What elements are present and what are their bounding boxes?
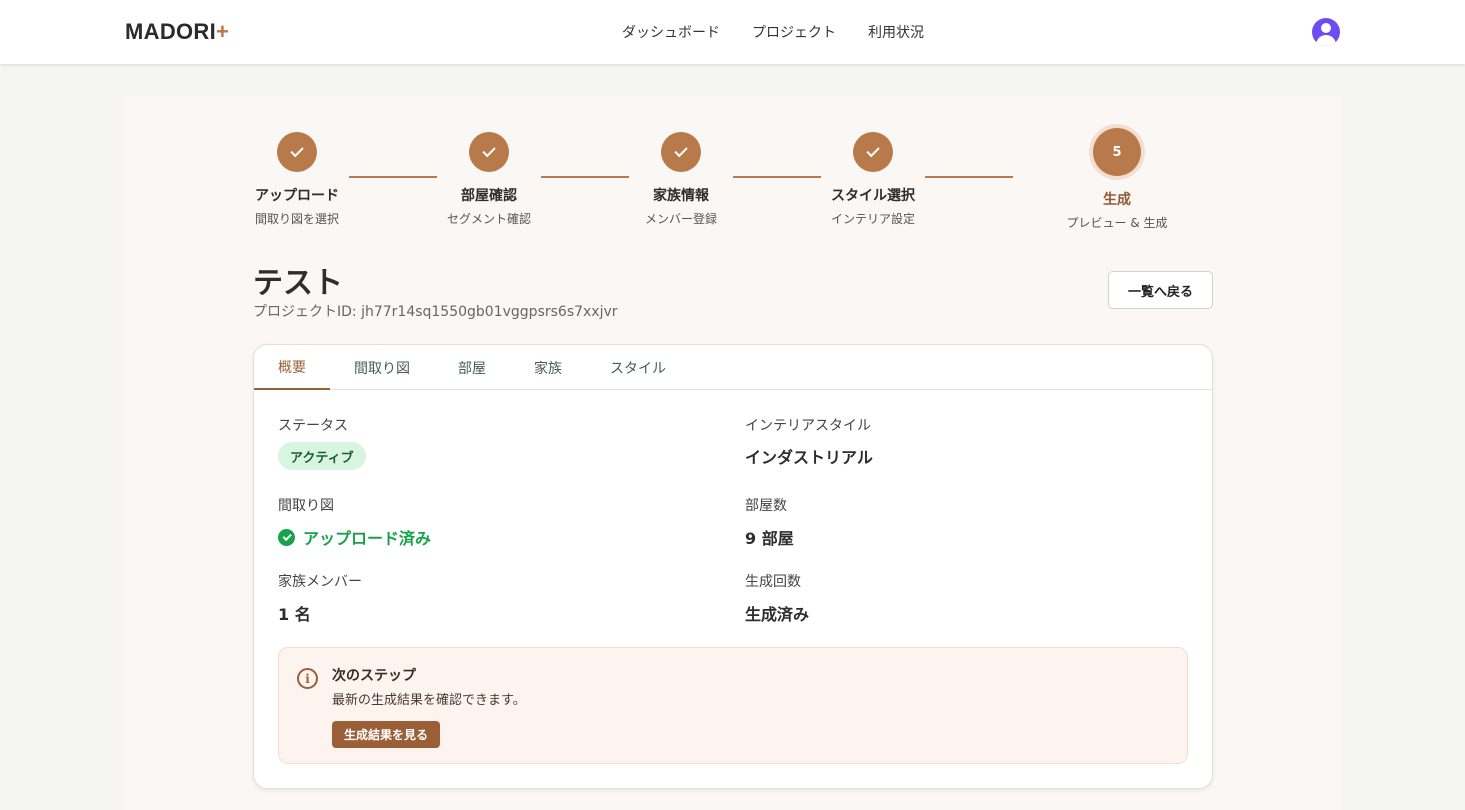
logo[interactable]: MADORI+ (125, 19, 229, 45)
back-to-list-button[interactable]: 一覧へ戻る (1108, 271, 1213, 309)
logo-text: MADORI (125, 19, 217, 44)
generation-count-value: 生成済み (745, 605, 810, 624)
step-label: アップロード (255, 188, 339, 204)
tab-bar: 概要 間取り図 部屋 家族 スタイル (254, 345, 1212, 390)
next-step-desc: 最新の生成結果を確認できます。 (332, 693, 526, 708)
check-icon (482, 143, 496, 158)
interior-style-value: インダストリアル (745, 448, 873, 467)
check-icon (290, 143, 304, 158)
step-rooms: 部屋確認 セグメント確認 (419, 132, 559, 227)
top-header: MADORI+ ダッシュボード プロジェクト 利用状況 (0, 0, 1465, 64)
step-generate: 5 生成 プレビュー & 生成 (1047, 128, 1187, 231)
floorplan-label: 間取り図 (278, 498, 334, 514)
view-results-button[interactable]: 生成結果を見る (332, 721, 440, 748)
tab-floorplan[interactable]: 間取り図 (342, 345, 422, 390)
next-step-box: i 次のステップ 最新の生成結果を確認できます。 生成結果を見る (278, 647, 1188, 764)
step-sub: インテリア設定 (830, 212, 915, 226)
page-title: テスト (253, 266, 343, 301)
logo-plus: + (216, 19, 230, 44)
rooms-label: 部屋数 (745, 498, 787, 514)
step-sub: メンバー登録 (644, 212, 717, 226)
generation-count-label: 生成回数 (745, 574, 801, 590)
step-connector (925, 176, 1013, 178)
family-label: 家族メンバー (278, 574, 362, 590)
nav-projects[interactable]: プロジェクト (752, 22, 836, 42)
step-sub: プレビュー & 生成 (1066, 216, 1168, 230)
next-step-title: 次のステップ (332, 668, 416, 684)
status-label: ステータス (278, 418, 348, 434)
info-icon: i (297, 668, 318, 689)
step-check-circle (853, 132, 893, 172)
step-sub: 間取り図を選択 (254, 212, 339, 226)
avatar-head (1321, 23, 1331, 33)
check-icon (866, 143, 880, 158)
step-family: 家族情報 メンバー登録 (611, 132, 751, 227)
step-label: 生成 (1103, 192, 1131, 208)
step-style: スタイル選択 インテリア設定 (803, 132, 943, 227)
nav-usage[interactable]: 利用状況 (868, 22, 924, 42)
main-nav: ダッシュボード プロジェクト 利用状況 (622, 22, 924, 42)
status-badge: アクティブ (278, 442, 366, 470)
avatar-body (1316, 35, 1336, 46)
floorplan-status: アップロード済み (278, 525, 431, 549)
step-check-circle (469, 132, 509, 172)
step-upload: アップロード 間取り図を選択 (227, 132, 367, 227)
tab-family[interactable]: 家族 (524, 345, 572, 390)
family-value: 1 名 (278, 605, 311, 624)
check-icon (674, 143, 688, 158)
tab-style[interactable]: スタイル (598, 345, 678, 390)
step-sub: セグメント確認 (446, 212, 531, 226)
step-label: 部屋確認 (461, 188, 517, 204)
step-check-circle (277, 132, 317, 172)
step-label: 家族情報 (653, 188, 709, 204)
floorplan-value: アップロード済み (303, 529, 432, 548)
project-card: 概要 間取り図 部屋 家族 スタイル ステータス アクティブ インテリアスタイル… (253, 344, 1213, 789)
step-number-circle: 5 (1093, 128, 1141, 176)
step-check-circle (661, 132, 701, 172)
interior-style-label: インテリアスタイル (745, 418, 871, 434)
nav-dashboard[interactable]: ダッシュボード (622, 22, 720, 42)
rooms-value: 9 部屋 (745, 529, 794, 548)
check-circle-icon (278, 528, 295, 546)
tab-rooms[interactable]: 部屋 (446, 345, 498, 390)
tab-overview[interactable]: 概要 (254, 345, 330, 390)
project-id: プロジェクトID: jh77r14sq1550gb01vggpsrs6s7xxj… (253, 304, 618, 320)
user-avatar-icon[interactable] (1312, 18, 1340, 46)
step-label: スタイル選択 (831, 188, 915, 204)
